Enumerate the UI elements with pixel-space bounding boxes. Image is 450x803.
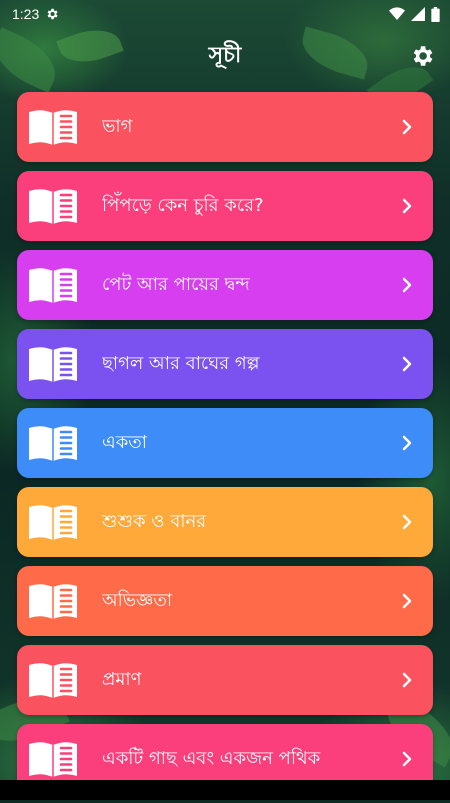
status-bar: 1:23 xyxy=(0,0,450,28)
page-title: সূচী xyxy=(208,42,242,68)
list-item-label: পেট আর পায়ের দ্বন্দ xyxy=(102,273,250,295)
chevron-right-icon xyxy=(402,198,412,214)
list-item[interactable]: শুশুক ও বানর xyxy=(17,487,433,557)
chevron-right-icon xyxy=(402,119,412,135)
list-item-label: ভাগ xyxy=(102,115,133,137)
chevron-right-icon xyxy=(402,593,412,609)
book-icon xyxy=(29,189,77,224)
list-item[interactable]: পিঁপড়ে কেন চুরি করে? xyxy=(17,171,433,241)
chevron-right-icon xyxy=(402,356,412,372)
navigation-bar xyxy=(0,780,450,800)
chapter-list: ভাগ পিঁপড়ে কেন চুরি করে? পেট আর পায়ের … xyxy=(17,92,433,803)
book-icon xyxy=(29,347,77,382)
list-item[interactable]: প্রমাণ xyxy=(17,645,433,715)
list-item-label: ছাগল আর বাঘের গল্প xyxy=(102,352,260,374)
list-item[interactable]: ছাগল আর বাঘের গল্প xyxy=(17,329,433,399)
book-icon xyxy=(29,742,77,777)
book-icon xyxy=(29,268,77,303)
chevron-right-icon xyxy=(402,514,412,530)
chevron-right-icon xyxy=(402,435,412,451)
list-item-label: প্রমাণ xyxy=(102,668,142,690)
battery-icon xyxy=(431,6,440,22)
gear-icon xyxy=(47,8,58,20)
book-icon xyxy=(29,505,77,540)
list-item[interactable]: অভিজ্ঞতা xyxy=(17,566,433,636)
status-time: 1:23 xyxy=(12,6,40,22)
list-item-label: পিঁপড়ে কেন চুরি করে? xyxy=(102,194,264,216)
signal-icon xyxy=(411,7,425,21)
list-item-label: শুশুক ও বানর xyxy=(102,510,207,532)
app-bar: সূচী xyxy=(0,28,450,84)
chevron-right-icon xyxy=(402,277,412,293)
book-icon xyxy=(29,584,77,619)
book-icon xyxy=(29,663,77,698)
chevron-right-icon xyxy=(402,751,412,767)
chevron-right-icon xyxy=(402,672,412,688)
list-item[interactable]: পেট আর পায়ের দ্বন্দ xyxy=(17,250,433,320)
list-item-label: অভিজ্ঞতা xyxy=(102,589,173,611)
list-item-label: একটি গাছ এবং একজন পথিক xyxy=(102,747,321,769)
gear-icon xyxy=(413,46,433,66)
list-item-label: একতা xyxy=(102,431,148,453)
book-icon xyxy=(29,426,77,461)
book-icon xyxy=(29,110,77,145)
settings-button[interactable] xyxy=(408,42,436,70)
list-item[interactable]: ভাগ xyxy=(17,92,433,162)
list-item[interactable]: একতা xyxy=(17,408,433,478)
wifi-icon xyxy=(389,7,405,21)
